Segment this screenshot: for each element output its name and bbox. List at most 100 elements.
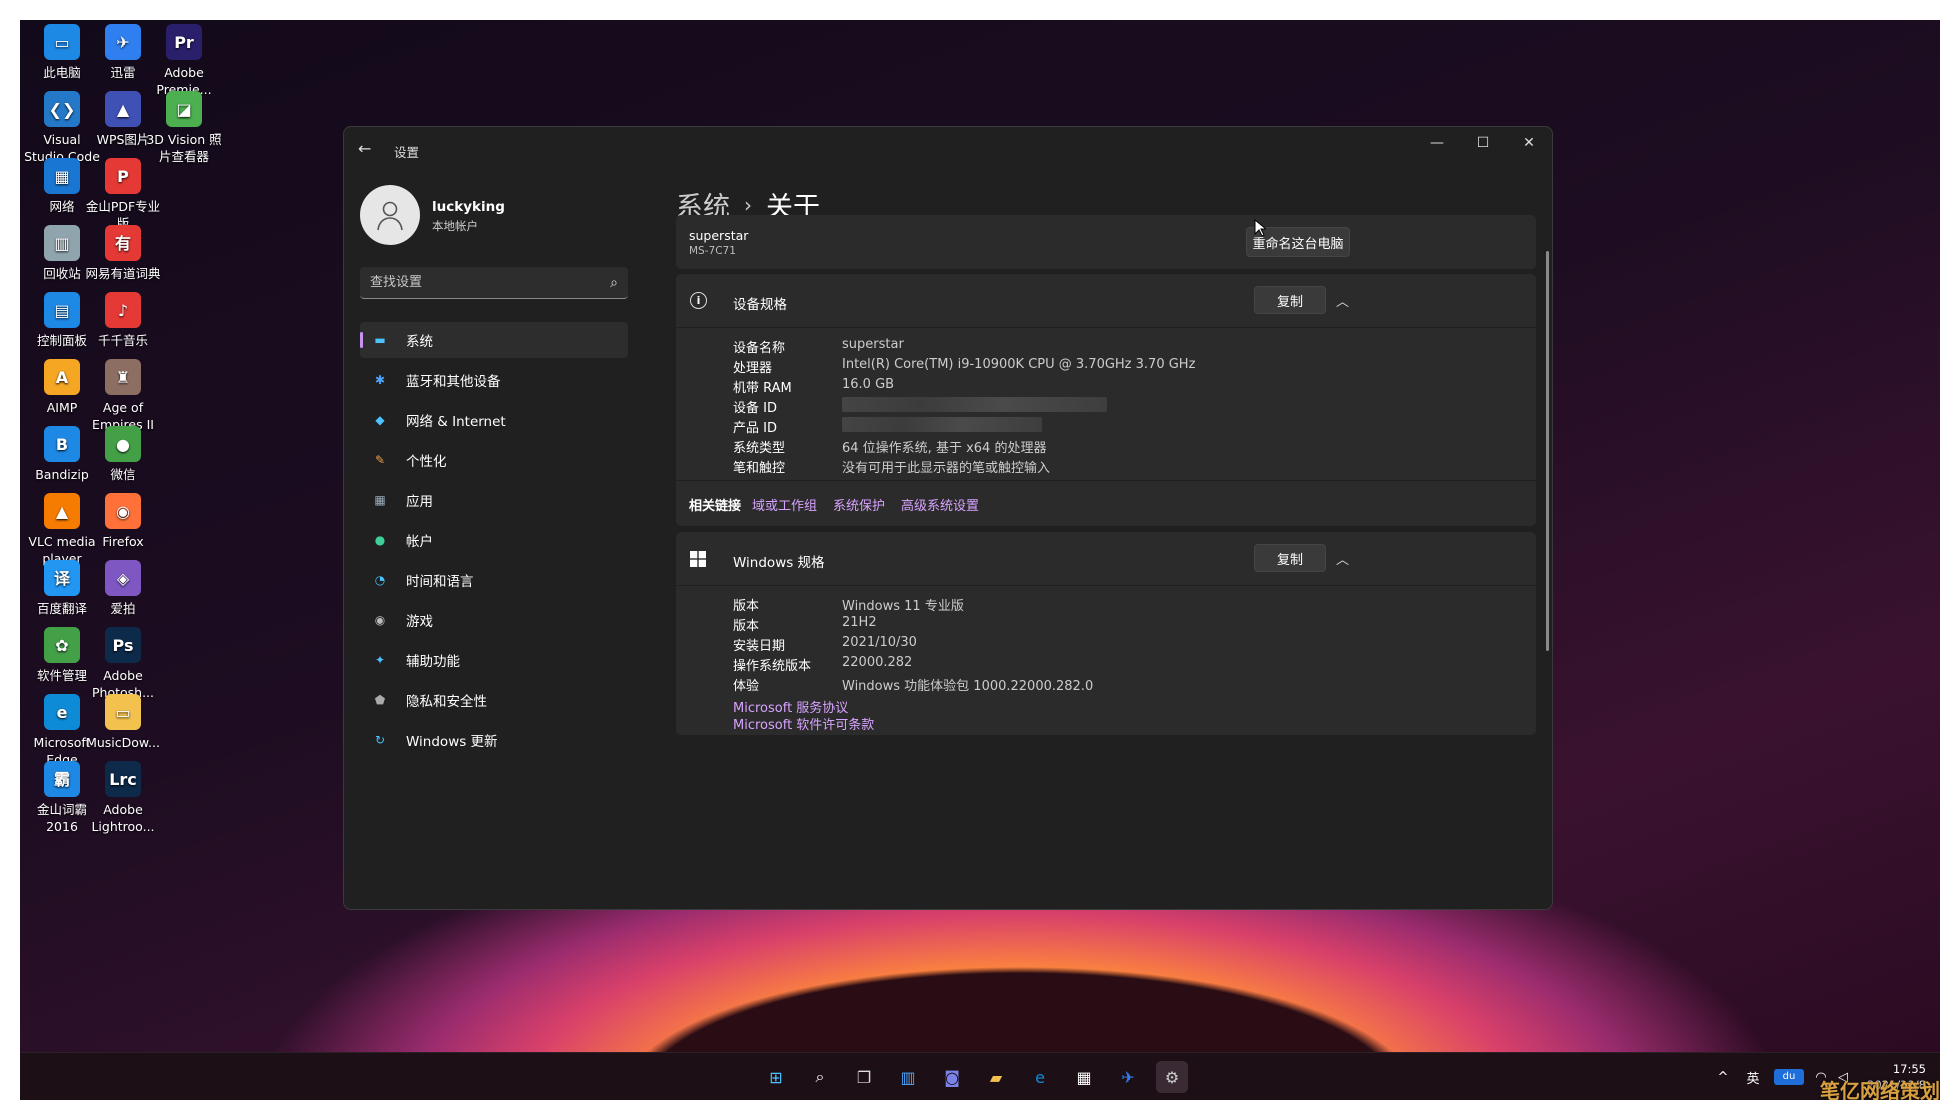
copy-windows-specs-button[interactable]: 复制: [1254, 544, 1326, 572]
widgets-icon[interactable]: ▥: [892, 1061, 924, 1093]
sidebar-item[interactable]: ▦ 应用: [360, 482, 628, 518]
sidebar-item[interactable]: ● 帐户: [360, 522, 628, 558]
info-icon: i: [690, 292, 707, 309]
spec-value[interactable]: Windows 功能体验包 1000.22000.282.0: [842, 675, 1093, 694]
xunlei-icon[interactable]: ✈: [1112, 1061, 1144, 1093]
copy-device-specs-button[interactable]: 复制: [1254, 286, 1326, 314]
desktop: ▭ 此电脑 ✈ 迅雷 Pr Adobe Premie... ❮❯ Visual Studio …: [20, 20, 1940, 1100]
desktop-icon-label: 千千音乐: [97, 333, 148, 348]
nav-icon: ●: [374, 533, 386, 547]
nav-icon: ◉: [374, 613, 386, 627]
desktop-icon[interactable]: P 金山PDF专业版: [85, 158, 161, 232]
spec-key: 处理器: [733, 361, 773, 376]
desktop-icon[interactable]: ♪ 千千音乐: [85, 292, 161, 349]
spec-row: 机带 RAM 16.0 GB: [733, 377, 894, 396]
desktop-icon[interactable]: ◪ 3D Vision 照片查看器: [146, 91, 222, 165]
app-icon: ▤: [44, 292, 80, 328]
desktop-icon[interactable]: ▭ MusicDow...: [85, 694, 161, 751]
chevron-up-icon[interactable]: ︿: [1336, 549, 1349, 568]
app-icon: ♜: [105, 359, 141, 395]
start-icon[interactable]: ⊞: [760, 1061, 792, 1093]
sidebar-item[interactable]: ◆ 网络 & Internet: [360, 402, 628, 438]
spec-value[interactable]: 64 位操作系统, 基于 x64 的处理器: [842, 437, 1046, 456]
spec-row: 产品 ID: [733, 417, 1042, 436]
task-view-icon[interactable]: ❐: [848, 1061, 880, 1093]
sidebar-item[interactable]: ◔ 时间和语言: [360, 562, 628, 598]
desktop-icon[interactable]: ◉ Firefox: [85, 493, 161, 550]
desktop-icon[interactable]: ● 微信: [85, 426, 161, 483]
spec-value[interactable]: 2021/10/30: [842, 635, 917, 654]
related-link[interactable]: 域或工作组: [752, 495, 817, 514]
desktop-icon[interactable]: ◈ 爱拍: [85, 560, 161, 617]
sidebar-item[interactable]: ↻ Windows 更新: [360, 722, 628, 758]
windows-specs-header[interactable]: Windows 规格 复制 ︿: [676, 532, 1536, 586]
app-icon: ●: [105, 426, 141, 462]
sidebar-item[interactable]: ✦ 辅助功能: [360, 642, 628, 678]
app-icon: e: [44, 694, 80, 730]
legal-link[interactable]: Microsoft 软件许可条款: [733, 714, 874, 733]
spec-row: 笔和触控 没有可用于此显示器的笔或触控输入: [733, 457, 1050, 476]
spec-row: 设备 ID: [733, 397, 1107, 416]
search-icon[interactable]: ⌕: [610, 275, 618, 291]
sidebar-item[interactable]: ✎ 个性化: [360, 442, 628, 478]
app-icon: ▲: [44, 493, 80, 529]
teams-chat-icon[interactable]: ◙: [936, 1061, 968, 1093]
search-input[interactable]: [370, 275, 590, 290]
app-icon: ▭: [105, 694, 141, 730]
sidebar-item[interactable]: ◉ 游戏: [360, 602, 628, 638]
sidebar-nav: ▬ 系统 ✱ 蓝牙和其他设备 ◆ 网络 & Internet ✎ 个性化 ▦ 应用 ● 帐户 ◔ 时间和语…: [360, 322, 628, 762]
sidebar-item[interactable]: ⬟ 隐私和安全性: [360, 682, 628, 718]
spec-value[interactable]: 16.0 GB: [842, 377, 894, 396]
spec-value[interactable]: Intel(R) Core(TM) i9-10900K CPU @ 3.70GH…: [842, 357, 1195, 376]
device-specs-header[interactable]: i 设备规格 复制 ︿: [676, 274, 1536, 328]
related-link[interactable]: 系统保护: [833, 495, 885, 514]
app-icon: ✈: [105, 24, 141, 60]
spec-row: 版本 21H2: [733, 615, 877, 634]
spec-value[interactable]: 没有可用于此显示器的笔或触控输入: [842, 457, 1050, 476]
maximize-button[interactable]: ☐: [1460, 127, 1506, 159]
spec-value[interactable]: 22000.282: [842, 655, 912, 674]
nav-icon: ↻: [374, 733, 386, 747]
spec-value[interactable]: superstar: [842, 337, 904, 356]
sidebar-item-label: 网络 & Internet: [406, 414, 506, 430]
related-link[interactable]: 高级系统设置: [901, 495, 979, 514]
spec-value[interactable]: Windows 11 专业版: [842, 595, 964, 614]
store-icon[interactable]: ▦: [1068, 1061, 1100, 1093]
app-icon: B: [44, 426, 80, 462]
desktop-icon[interactable]: 有网易有道词典: [85, 225, 161, 282]
back-arrow-icon[interactable]: ←: [358, 139, 371, 158]
file-explorer-icon[interactable]: ▰: [980, 1061, 1012, 1093]
close-button[interactable]: ✕: [1506, 127, 1552, 159]
related-links: 域或工作组 系统保护 高级系统设置: [752, 495, 979, 514]
sidebar-item[interactable]: ✱ 蓝牙和其他设备: [360, 362, 628, 398]
device-name-card: superstar MS-7C71 重命名这台电脑: [676, 215, 1536, 269]
desktop-icon[interactable]: ♜ Age of Empires II: [85, 359, 161, 433]
windows-logo-icon: [690, 551, 706, 567]
desktop-icon[interactable]: Ps Adobe Photosh...: [85, 627, 161, 701]
redacted-value: [842, 417, 1042, 432]
minimize-button[interactable]: —: [1414, 127, 1460, 159]
app-icon: ♪: [105, 292, 141, 328]
app-icon: ✿: [44, 627, 80, 663]
chevron-up-icon[interactable]: ︿: [1336, 291, 1349, 310]
app-icon: ▦: [44, 158, 80, 194]
scrollbar[interactable]: [1546, 251, 1549, 651]
ime-indicator[interactable]: 英: [1738, 1068, 1768, 1087]
spec-key: 笔和触控: [733, 461, 786, 476]
app-icon: ▲: [105, 91, 141, 127]
tray-chevron-icon[interactable]: ^: [1708, 1070, 1738, 1085]
spec-value[interactable]: 21H2: [842, 615, 877, 634]
spec-row: 处理器 Intel(R) Core(TM) i9-10900K CPU @ 3.7…: [733, 357, 1195, 376]
desktop-icon[interactable]: Lrc Adobe Lightroo...: [85, 761, 161, 835]
avatar[interactable]: [360, 185, 420, 245]
search-icon[interactable]: ⌕: [804, 1061, 836, 1093]
sidebar-item[interactable]: ▬ 系统: [360, 322, 628, 358]
desktop-icon[interactable]: Pr Adobe Premie...: [146, 24, 222, 98]
sidebar-item-label: 隐私和安全性: [406, 694, 487, 710]
device-name: superstar: [689, 228, 749, 243]
sidebar-item-label: 个性化: [406, 454, 447, 470]
desktop-icon-label: MusicDow...: [86, 735, 160, 750]
settings-icon[interactable]: ⚙: [1156, 1061, 1188, 1093]
baidu-ime-icon[interactable]: du: [1774, 1069, 1804, 1085]
edge-icon[interactable]: e: [1024, 1061, 1056, 1093]
